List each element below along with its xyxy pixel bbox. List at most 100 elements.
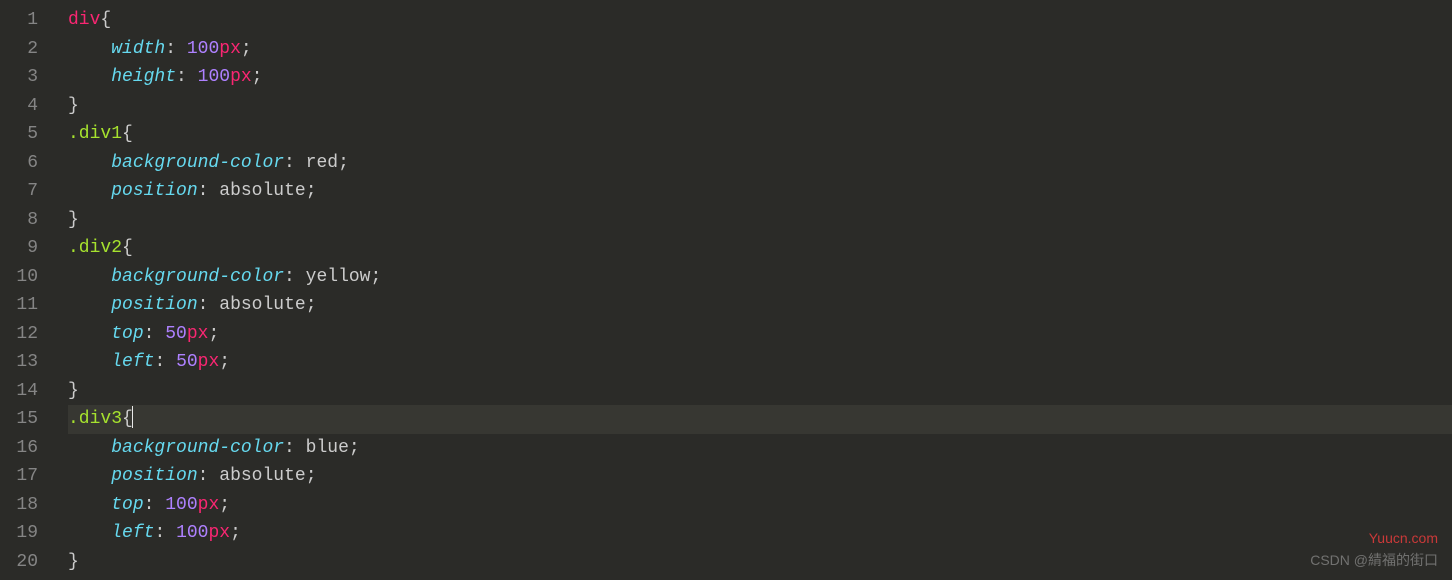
unit-token: px	[230, 67, 252, 87]
code-line[interactable]: position: absolute;	[68, 177, 1452, 206]
line-number: 10	[8, 263, 38, 292]
unit-token: px	[219, 39, 241, 59]
punct-token: :	[284, 267, 295, 287]
punct-token: ;	[338, 153, 349, 173]
line-number: 3	[8, 63, 38, 92]
code-line-active[interactable]: .div3{	[68, 405, 1452, 434]
property-token: top	[111, 495, 143, 515]
line-number: 2	[8, 35, 38, 64]
line-number: 11	[8, 291, 38, 320]
property-token: background-color	[111, 267, 284, 287]
selector-token: div	[68, 10, 100, 30]
code-line[interactable]: height: 100px;	[68, 63, 1452, 92]
brace-token: }	[68, 96, 79, 116]
line-number: 7	[8, 177, 38, 206]
property-token: left	[111, 523, 154, 543]
punct-token: :	[154, 352, 165, 372]
property-token: left	[111, 352, 154, 372]
punct-token: ;	[241, 39, 252, 59]
code-line[interactable]: background-color: yellow;	[68, 263, 1452, 292]
brace-token: }	[68, 552, 79, 572]
brace-token: }	[68, 210, 79, 230]
punct-token: :	[198, 466, 209, 486]
watermark-bottom: CSDN @綪福的街口	[1310, 550, 1438, 570]
code-line[interactable]: left: 100px;	[68, 519, 1452, 548]
code-line[interactable]: .div2{	[68, 234, 1452, 263]
property-token: height	[111, 67, 176, 87]
unit-token: px	[187, 324, 209, 344]
punct-token: ;	[306, 466, 317, 486]
code-editor[interactable]: 1 2 3 4 5 6 7 8 9 10 11 12 13 14 15 16 1…	[0, 0, 1452, 580]
code-line[interactable]: }	[68, 548, 1452, 577]
code-line[interactable]: position: absolute;	[68, 462, 1452, 491]
property-token: width	[111, 39, 165, 59]
line-number: 4	[8, 92, 38, 121]
code-line[interactable]: }	[68, 377, 1452, 406]
line-number: 17	[8, 462, 38, 491]
punct-token: ;	[230, 523, 241, 543]
code-line[interactable]: top: 100px;	[68, 491, 1452, 520]
property-token: position	[111, 295, 197, 315]
line-number: 8	[8, 206, 38, 235]
line-number: 5	[8, 120, 38, 149]
number-token: 100	[198, 67, 230, 87]
value-token: yellow	[306, 267, 371, 287]
code-line[interactable]: background-color: red;	[68, 149, 1452, 178]
code-line[interactable]: .div1{	[68, 120, 1452, 149]
property-token: top	[111, 324, 143, 344]
punct-token: ;	[349, 438, 360, 458]
value-token: blue	[306, 438, 349, 458]
value-token: absolute	[219, 295, 305, 315]
punct-token: :	[176, 67, 187, 87]
brace-token: {	[122, 238, 133, 258]
line-number: 15	[8, 405, 38, 434]
number-token: 50	[176, 352, 198, 372]
code-line[interactable]: }	[68, 92, 1452, 121]
punct-token: :	[284, 153, 295, 173]
punct-token: :	[284, 438, 295, 458]
line-number-gutter: 1 2 3 4 5 6 7 8 9 10 11 12 13 14 15 16 1…	[0, 0, 50, 580]
brace-token: }	[68, 381, 79, 401]
line-number: 1	[8, 6, 38, 35]
line-number: 16	[8, 434, 38, 463]
property-token: position	[111, 466, 197, 486]
unit-token: px	[198, 352, 220, 372]
number-token: 100	[176, 523, 208, 543]
number-token: 100	[187, 39, 219, 59]
line-number: 6	[8, 149, 38, 178]
property-token: background-color	[111, 438, 284, 458]
code-line[interactable]: }	[68, 206, 1452, 235]
code-line[interactable]: div{	[68, 6, 1452, 35]
punct-token: ;	[370, 267, 381, 287]
punct-token: :	[165, 39, 176, 59]
brace-token: {	[100, 10, 111, 30]
punct-token: :	[144, 324, 155, 344]
code-area[interactable]: div{ width: 100px; height: 100px; } .div…	[50, 0, 1452, 580]
punct-token: :	[154, 523, 165, 543]
property-token: position	[111, 181, 197, 201]
code-line[interactable]: left: 50px;	[68, 348, 1452, 377]
code-line[interactable]: width: 100px;	[68, 35, 1452, 64]
punct-token: :	[198, 295, 209, 315]
class-selector-token: .div1	[68, 124, 122, 144]
punct-token: :	[198, 181, 209, 201]
value-token: absolute	[219, 181, 305, 201]
line-number: 20	[8, 548, 38, 577]
punct-token: ;	[306, 295, 317, 315]
punct-token: ;	[219, 495, 230, 515]
punct-token: ;	[306, 181, 317, 201]
code-line[interactable]: background-color: blue;	[68, 434, 1452, 463]
line-number: 14	[8, 377, 38, 406]
line-number: 9	[8, 234, 38, 263]
line-number: 12	[8, 320, 38, 349]
code-line[interactable]: top: 50px;	[68, 320, 1452, 349]
brace-token: {	[122, 124, 133, 144]
value-token: absolute	[219, 466, 305, 486]
punct-token: ;	[219, 352, 230, 372]
unit-token: px	[198, 495, 220, 515]
number-token: 100	[165, 495, 197, 515]
class-selector-token: .div2	[68, 238, 122, 258]
number-token: 50	[165, 324, 187, 344]
code-line[interactable]: position: absolute;	[68, 291, 1452, 320]
punct-token: ;	[252, 67, 263, 87]
